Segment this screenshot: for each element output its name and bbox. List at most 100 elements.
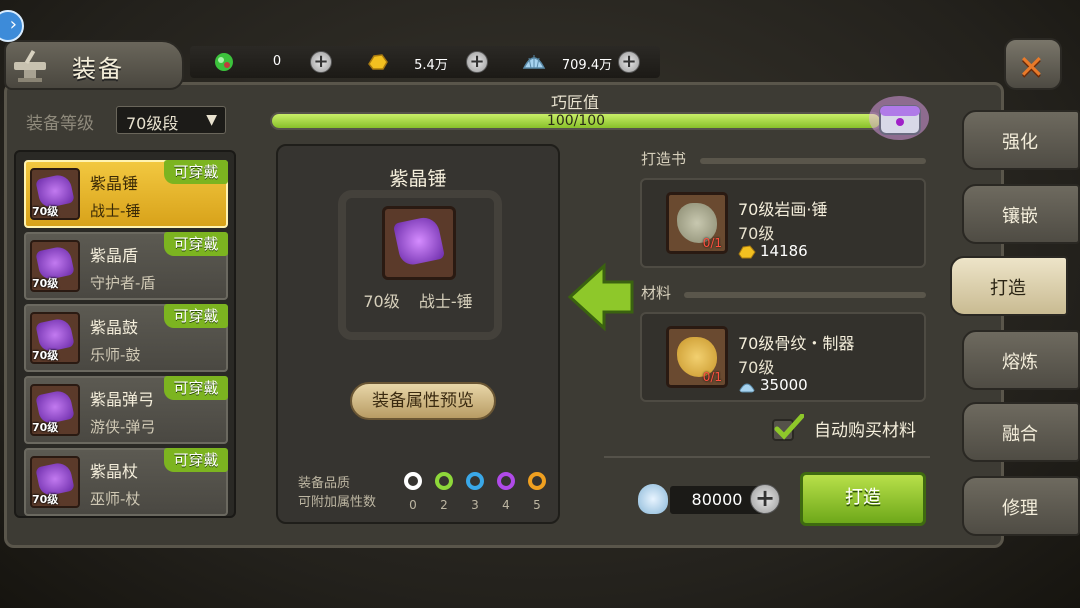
progress-text: 100/100 [546,113,606,129]
page-title: 装备 [72,55,124,83]
auto-buy-label: 自动购买材料 [814,421,916,441]
equipment-list: 70级 紫晶锤 战士-锤 可穿戴 70级 紫晶盾 守护者-盾 可穿戴 70级 紫… [14,150,236,518]
treasure-chest-icon[interactable] [866,88,932,144]
craft-item-title: 紫晶锤 [389,168,447,190]
add-currency-button[interactable]: + [750,484,780,514]
owned-count: 0/1 [702,370,722,384]
drum-icon: 70级 [30,312,80,364]
material-cost: 35000 [760,376,808,394]
craft-button[interactable]: 打造 [800,472,926,526]
add-currency-button[interactable]: + [618,51,640,73]
recipe-book-cost: 14186 [760,242,808,260]
item-name: 紫晶盾 [90,246,139,265]
wearable-badge: 可穿戴 [164,304,228,328]
craftsman-value-label: 巧匠值 [550,93,599,112]
recipe-book-level: 70级 [738,224,775,243]
material-name: 70级骨纹・制器 [738,334,855,353]
level-dropdown-value: 70级段 [126,114,179,133]
tab-label: 融合 [1002,424,1038,445]
shell-icon [522,55,546,69]
item-level: 70级 [32,349,59,362]
tab-label: 修理 [1002,498,1038,519]
item-type: 游侠-弹弓 [90,418,156,436]
triangle-down-icon: ▼ [206,112,217,128]
section-divider [700,158,926,164]
quality-attribute-count: 2 [440,498,448,512]
item-type: 巫师-杖 [90,490,141,508]
auto-buy-checkbox[interactable] [772,414,804,442]
item-level: 70级 [32,493,59,506]
quality-swirl-icon [404,472,422,490]
gold-nugget-icon [738,245,756,259]
tab-fuse[interactable]: 融合 [962,402,1080,462]
green-crystal-icon [215,53,233,71]
anvil-icon [14,49,46,82]
quality-swirl-icon [466,472,484,490]
item-type: 战士-锤 [90,202,141,220]
add-currency-button[interactable]: + [466,51,488,73]
hammer-icon[interactable] [382,206,456,280]
close-button[interactable]: ✕ [1004,38,1062,90]
list-item[interactable]: 70级 紫晶盾 守护者-盾 可穿戴 [24,232,228,300]
craft-item-level: 70级 [363,292,400,311]
item-name: 紫晶杖 [90,462,139,481]
item-type: 守护者-盾 [90,274,156,292]
arrow-left-icon [567,262,634,332]
recipe-book-section-title: 打造书 [641,150,687,168]
recipe-book-slot[interactable]: 0/1 70级岩画·锤 70级 14186 [640,178,926,268]
list-item[interactable]: 70级 紫晶锤 战士-锤 可穿戴 [24,160,228,228]
bone-pattern-icon: 0/1 [666,326,728,388]
quality-legend-label: 装备品质 可附加属性数 [298,474,376,512]
tab-inlay[interactable]: 镶嵌 [962,184,1080,244]
tab-smelt[interactable]: 熔炼 [962,330,1080,390]
recipe-book-name: 70级岩画·锤 [738,200,828,219]
level-dropdown[interactable]: 70级段 ▼ [116,106,226,134]
item-type: 乐师-鼓 [90,346,141,364]
divider [604,456,930,458]
shell-icon [638,484,668,514]
staff-icon: 70级 [30,456,80,508]
wearable-badge: 可穿戴 [164,448,228,472]
quality-swirl-icon [497,472,515,490]
attribute-count-label: 可附加属性数 [298,495,377,510]
list-item[interactable]: 70级 紫晶弹弓 游侠-弹弓 可穿戴 [24,376,228,444]
quality-attribute-count: 3 [471,498,479,512]
quality-swirl-icon [435,472,453,490]
currency-value: 5.4万 [414,58,448,73]
tab-label: 镶嵌 [1002,206,1038,227]
add-currency-button[interactable]: + [310,51,332,73]
owned-count: 0/1 [702,236,722,250]
quality-attribute-count: 0 [409,498,417,512]
wearable-badge: 可穿戴 [164,160,228,184]
tab-enhance[interactable]: 强化 [962,110,1080,170]
craft-preview-panel: 紫晶锤 70级 战士-锤 装备属性预览 装备品质 可附加属性数 0 2 3 4 5 [276,144,560,524]
item-level: 70级 [32,277,59,290]
tab-label: 打造 [990,278,1026,299]
section-divider [684,292,926,298]
wearable-badge: 可穿戴 [164,376,228,400]
currency-bar: 0 + 5.4万 + 709.4万 + [190,46,660,78]
item-name: 紫晶锤 [90,174,139,193]
material-level: 70级 [738,358,775,377]
tab-label: 强化 [1002,132,1038,153]
quality-swirl-icon [528,472,546,490]
stone-tablet-icon: 0/1 [666,192,728,254]
quality-attribute-count: 4 [502,498,510,512]
level-filter-label: 装备等级 [26,114,94,134]
item-level: 70级 [32,421,59,434]
item-name: 紫晶弹弓 [90,390,155,409]
list-item[interactable]: 70级 紫晶鼓 乐师-鼓 可穿戴 [24,304,228,372]
quality-attribute-count: 5 [533,498,541,512]
tab-repair[interactable]: 修理 [962,476,1080,536]
hammer-icon: 70级 [30,168,80,220]
tab-craft[interactable]: 打造 [950,256,1068,316]
currency-value: 0 [272,54,282,69]
attribute-preview-button[interactable]: 装备属性预览 [350,382,496,420]
list-item[interactable]: 70级 紫晶杖 巫师-杖 可穿戴 [24,448,228,516]
wearable-badge: 可穿戴 [164,232,228,256]
craft-item-type: 战士-锤 [418,292,473,311]
item-level: 70级 [32,205,59,218]
shell-icon [738,383,756,393]
close-icon: ✕ [1018,48,1045,86]
material-slot[interactable]: 0/1 70级骨纹・制器 70级 35000 [640,312,926,402]
